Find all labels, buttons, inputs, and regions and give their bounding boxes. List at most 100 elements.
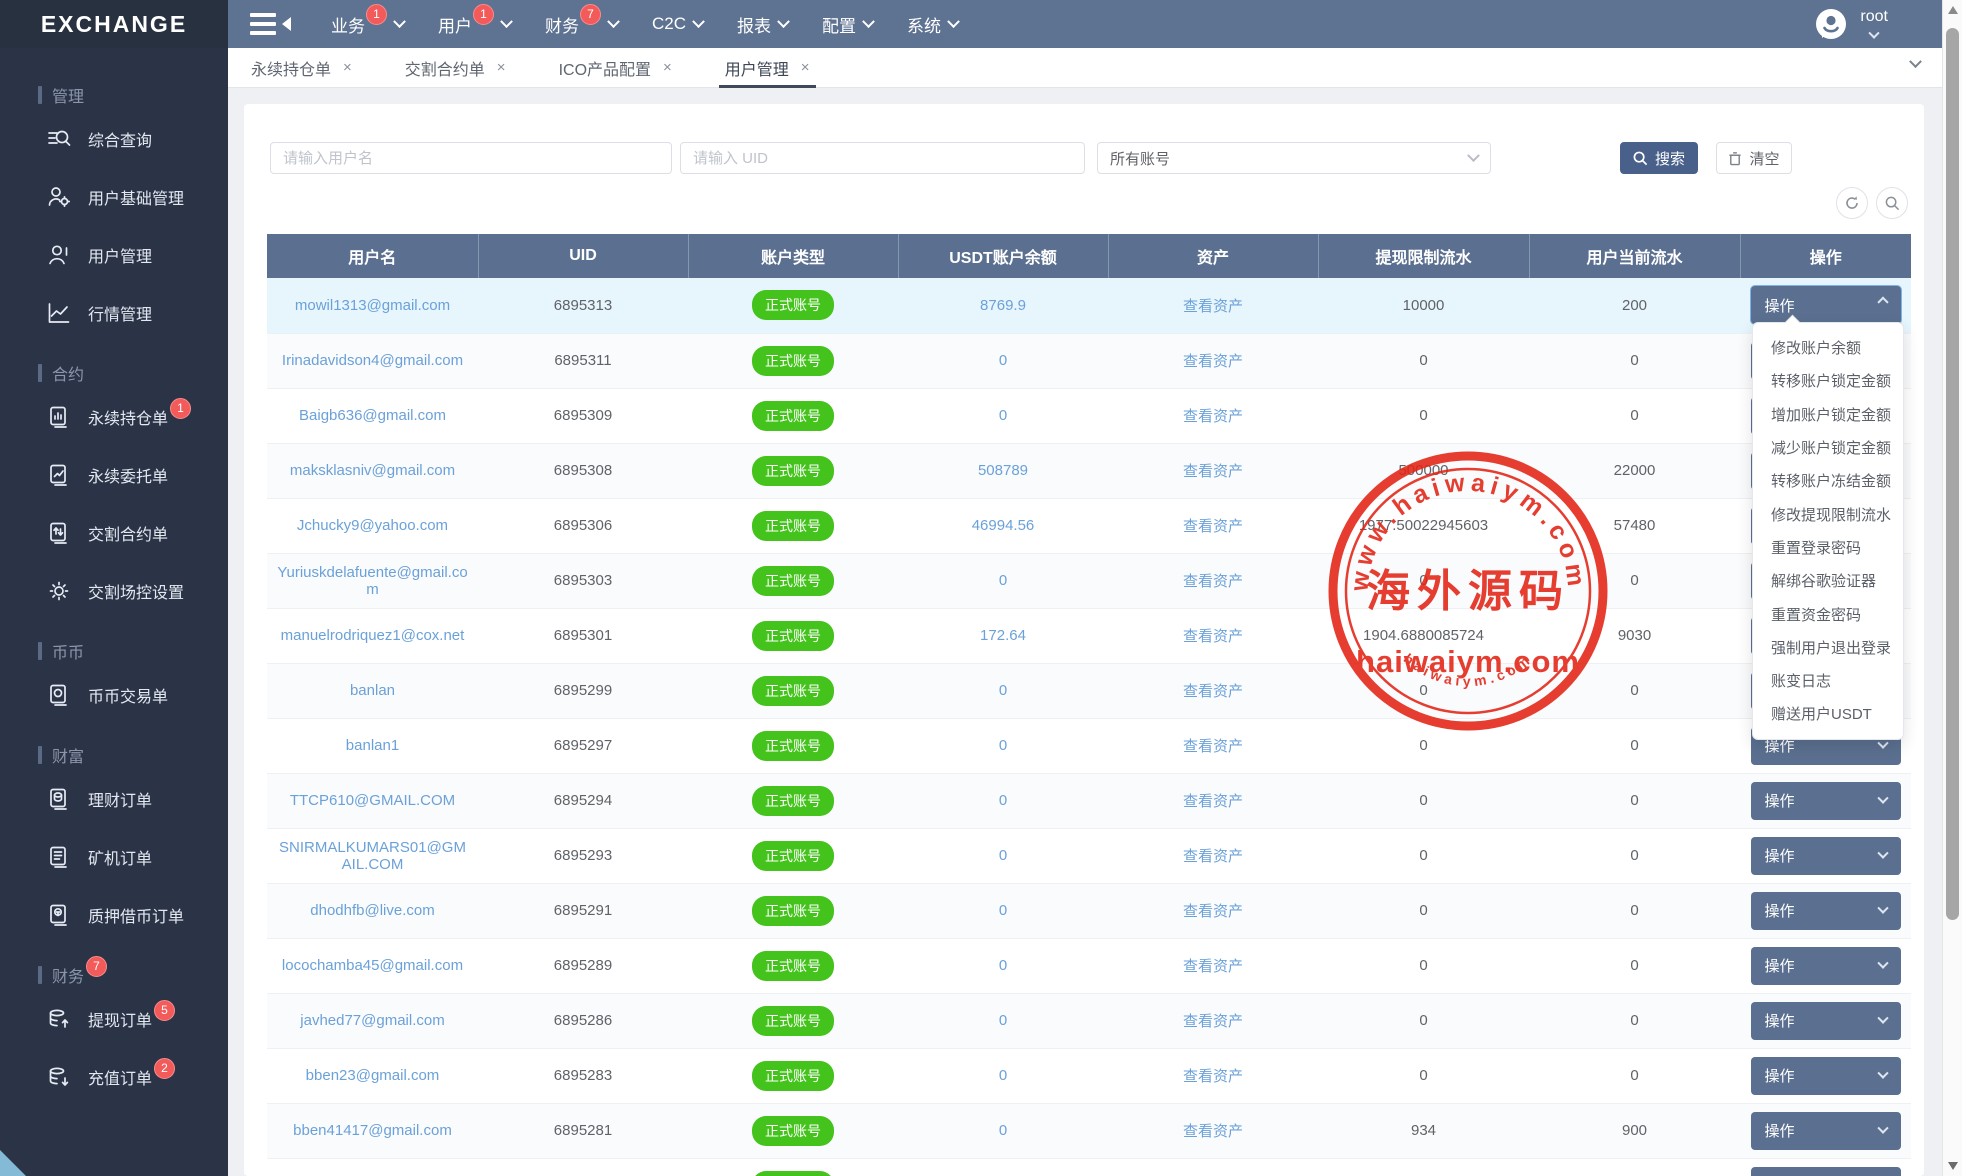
usdt-balance-link[interactable]: 0 (999, 737, 1007, 754)
action-menu-item[interactable]: 赠送用户USDT (1753, 697, 1903, 730)
sidebar-item[interactable]: 行情管理 (0, 284, 228, 342)
usdt-balance-link[interactable]: 0 (999, 902, 1007, 919)
sidebar-item[interactable]: 永续委托单 (0, 446, 228, 504)
username-search-input[interactable] (270, 142, 672, 174)
row-action-button[interactable]: 操作 (1751, 837, 1901, 875)
action-menu-item[interactable]: 修改账户余额 (1753, 331, 1903, 364)
username-link[interactable]: manuelrodriquez1@cox.net (281, 627, 465, 644)
close-icon[interactable]: × (497, 59, 506, 76)
row-action-button[interactable]: 操作 (1751, 286, 1901, 324)
sidebar-item[interactable]: 交割合约单 (0, 504, 228, 562)
username-link[interactable]: bben23@gmail.com (306, 1067, 440, 1084)
clear-button[interactable]: 清空 (1716, 142, 1792, 174)
action-menu-item[interactable]: 转移账户冻结金额 (1753, 464, 1903, 497)
uid-search-input[interactable] (680, 142, 1085, 174)
view-assets-link[interactable]: 查看资产 (1183, 738, 1243, 755)
action-menu-item[interactable]: 强制用户退出登录 (1753, 631, 1903, 664)
refresh-button[interactable] (1836, 187, 1868, 219)
view-assets-link[interactable]: 查看资产 (1183, 408, 1243, 425)
sidebar-item[interactable]: 理财订单 (0, 770, 228, 828)
username-link[interactable]: Jchucky9@yahoo.com (297, 517, 448, 534)
action-menu-item[interactable]: 增加账户锁定金额 (1753, 398, 1903, 431)
account-type-select[interactable]: 所有账号 (1097, 142, 1491, 174)
usdt-balance-link[interactable]: 172.64 (980, 627, 1026, 644)
usdt-balance-link[interactable]: 0 (999, 1067, 1007, 1084)
action-menu-item[interactable]: 重置登录密码 (1753, 531, 1903, 564)
usdt-balance-link[interactable]: 46994.56 (972, 517, 1035, 534)
action-menu-item[interactable]: 转移账户锁定金额 (1753, 364, 1903, 397)
view-assets-link[interactable]: 查看资产 (1183, 848, 1243, 865)
view-assets-link[interactable]: 查看资产 (1183, 573, 1243, 590)
view-assets-link[interactable]: 查看资产 (1183, 463, 1243, 480)
usdt-balance-link[interactable]: 0 (999, 352, 1007, 369)
action-menu-item[interactable]: 解绑谷歌验证器 (1753, 564, 1903, 597)
page-scrollbar[interactable] (1942, 0, 1962, 1176)
nav-menu-item[interactable]: 财务7 (545, 0, 618, 48)
view-assets-link[interactable]: 查看资产 (1183, 793, 1243, 810)
sidebar-item[interactable]: 质押借币订单 (0, 886, 228, 944)
sidebar-item[interactable]: 用户管理 (0, 226, 228, 284)
scroll-down-arrow-icon[interactable] (1948, 1162, 1958, 1170)
sidebar-item[interactable]: 综合查询 (0, 110, 228, 168)
close-icon[interactable]: × (801, 59, 810, 76)
username-link[interactable]: mowil1313@gmail.com (295, 297, 450, 314)
username-link[interactable]: TTCP610@GMAIL.COM (290, 792, 455, 809)
close-icon[interactable]: × (343, 59, 352, 76)
usdt-balance-link[interactable]: 0 (999, 1012, 1007, 1029)
scrollbar-thumb[interactable] (1946, 28, 1959, 920)
user-menu[interactable]: root (1814, 7, 1888, 41)
usdt-balance-link[interactable]: 0 (999, 792, 1007, 809)
view-assets-link[interactable]: 查看资产 (1183, 1123, 1243, 1140)
sidebar-item[interactable]: 充值订单2 (0, 1048, 228, 1106)
view-assets-link[interactable]: 查看资产 (1183, 518, 1243, 535)
tab-ICO产品配置[interactable]: ICO产品配置× (553, 48, 678, 88)
nav-menu-item[interactable]: C2C (652, 0, 703, 48)
usdt-balance-link[interactable]: 0 (999, 572, 1007, 589)
sidebar-item[interactable]: 用户基础管理 (0, 168, 228, 226)
tab-永续持仓单[interactable]: 永续持仓单× (245, 48, 358, 88)
usdt-balance-link[interactable]: 0 (999, 407, 1007, 424)
usdt-balance-link[interactable]: 0 (999, 957, 1007, 974)
view-assets-link[interactable]: 查看资产 (1183, 1013, 1243, 1030)
sidebar-item[interactable]: 提现订单5 (0, 990, 228, 1048)
sidebar-item[interactable]: 币币交易单 (0, 666, 228, 724)
row-action-button[interactable]: 操作 (1751, 1112, 1901, 1150)
view-assets-link[interactable]: 查看资产 (1183, 353, 1243, 370)
view-assets-link[interactable]: 查看资产 (1183, 1068, 1243, 1085)
username-link[interactable]: locochamba45@gmail.com (282, 957, 463, 974)
tabs-chevron-down-icon[interactable] (1909, 55, 1922, 68)
nav-menu-item[interactable]: 报表 (737, 0, 788, 48)
sidebar-item[interactable]: 交割场控设置 (0, 562, 228, 620)
username-link[interactable]: bben41417@gmail.com (293, 1122, 452, 1139)
view-assets-link[interactable]: 查看资产 (1183, 683, 1243, 700)
usdt-balance-link[interactable]: 508789 (978, 462, 1028, 479)
sidebar-item[interactable]: 矿机订单 (0, 828, 228, 886)
view-assets-link[interactable]: 查看资产 (1183, 298, 1243, 315)
view-assets-link[interactable]: 查看资产 (1183, 958, 1243, 975)
nav-menu-item[interactable]: 业务1 (331, 0, 404, 48)
view-assets-link[interactable]: 查看资产 (1183, 903, 1243, 920)
username-link[interactable]: banlan (350, 682, 395, 699)
sidebar-item[interactable]: 永续持仓单1 (0, 388, 228, 446)
username-link[interactable]: banlan1 (346, 737, 399, 754)
username-link[interactable]: Yuriuskdelafuente@gmail.com (277, 564, 467, 598)
row-action-button[interactable]: 操作 (1751, 947, 1901, 985)
row-action-button[interactable]: 操作 (1751, 1002, 1901, 1040)
nav-menu-item[interactable]: 系统 (907, 0, 958, 48)
tab-交割合约单[interactable]: 交割合约单× (399, 48, 512, 88)
tab-用户管理[interactable]: 用户管理× (719, 48, 816, 88)
view-assets-link[interactable]: 查看资产 (1183, 628, 1243, 645)
scroll-up-arrow-icon[interactable] (1948, 6, 1958, 14)
column-search-button[interactable] (1876, 187, 1908, 219)
username-link[interactable]: SNIRMALKUMARS01@GMAIL.COM (279, 839, 466, 873)
username-link[interactable]: javhed77@gmail.com (300, 1012, 444, 1029)
row-action-button[interactable]: 操作 (1751, 892, 1901, 930)
nav-menu-item[interactable]: 用户1 (438, 0, 511, 48)
row-action-button[interactable]: 操作 (1751, 1167, 1901, 1176)
action-menu-item[interactable]: 重置资金密码 (1753, 597, 1903, 630)
usdt-balance-link[interactable]: 8769.9 (980, 297, 1026, 314)
usdt-balance-link[interactable]: 0 (999, 682, 1007, 699)
username-link[interactable]: Baigb636@gmail.com (299, 407, 446, 424)
sidebar-collapse-button[interactable] (250, 13, 291, 35)
usdt-balance-link[interactable]: 0 (999, 1122, 1007, 1139)
